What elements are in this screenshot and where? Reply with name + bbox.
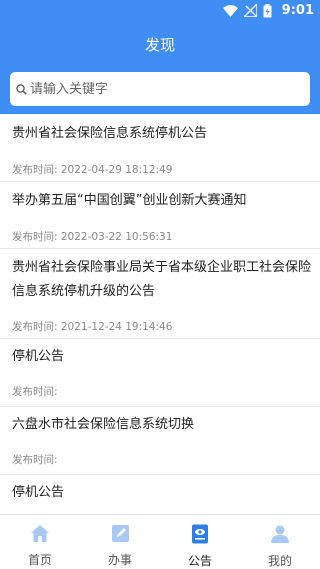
item-title: 贵州省社会保险事业局关于省本级企业职工社会保险信息系统停机升级的公告 — [12, 260, 312, 299]
no-signal-icon — [243, 4, 257, 17]
tab-home[interactable]: 首页 — [0, 515, 80, 569]
list-item[interactable]: 贵州省社会保险事业局关于省本级企业职工社会保险信息系统停机升级的公告 发布时间:… — [0, 249, 320, 339]
status-time: 9:01 — [281, 3, 314, 18]
list-item[interactable]: 六盘水市社会保险信息系统切换 发布时间: — [0, 407, 320, 475]
item-time: 发布时间: 2021-12-24 19:14:46 — [12, 321, 173, 333]
status-bar: 9:01 — [0, 0, 320, 24]
list-item[interactable]: 贵州省社会保险信息系统停机公告 发布时间: 2022-04-29 18:12:4… — [0, 114, 320, 182]
battery-icon — [263, 3, 272, 18]
bottom-tab-bar: 首页 办事 公告 我的 — [0, 514, 320, 569]
wifi-icon — [222, 4, 238, 17]
tab-affairs[interactable]: 办事 — [80, 515, 160, 569]
page-title: 发现 — [144, 35, 175, 54]
item-title: 停机公告 — [12, 349, 65, 364]
user-icon — [270, 524, 290, 548]
notice-icon — [191, 524, 209, 548]
item-time: 发布时间: 2022-04-29 18:12:49 — [12, 164, 173, 176]
item-title: 六盘水市社会保险信息系统切换 — [12, 417, 195, 432]
item-title: 贵州省社会保险信息系统停机公告 — [12, 126, 208, 141]
tab-mine[interactable]: 我的 — [240, 515, 320, 569]
app-bar: 发现 — [0, 24, 320, 64]
search-icon — [16, 80, 27, 99]
status-icons: 9:01 — [222, 3, 314, 18]
search-bar — [0, 64, 320, 114]
home-icon — [30, 524, 50, 547]
list-item[interactable]: 举办第五届“中国创翼”创业创新大赛通知 发布时间: 2022-03-22 10:… — [0, 182, 320, 249]
tab-label: 公告 — [187, 554, 212, 568]
item-time: 发布时间: — [12, 454, 58, 466]
search-input[interactable] — [30, 81, 300, 97]
announcement-list[interactable]: 贵州省社会保险信息系统停机公告 发布时间: 2022-04-29 18:12:4… — [0, 114, 320, 514]
tab-label: 我的 — [267, 554, 292, 568]
item-time: 发布时间: 2022-03-22 10:56:31 — [12, 231, 173, 243]
edit-icon — [111, 524, 130, 547]
tab-label: 首页 — [27, 553, 52, 567]
search-box[interactable] — [10, 72, 310, 106]
item-title: 停机公告 — [12, 485, 65, 500]
item-time: 发布时间: — [12, 386, 58, 398]
item-title: 举办第五届“中国创翼”创业创新大赛通知 — [12, 193, 247, 208]
tab-label: 办事 — [107, 553, 132, 567]
list-item[interactable]: 停机公告 — [0, 475, 320, 514]
tab-notices[interactable]: 公告 — [160, 515, 240, 569]
list-item[interactable]: 停机公告 发布时间: — [0, 339, 320, 407]
